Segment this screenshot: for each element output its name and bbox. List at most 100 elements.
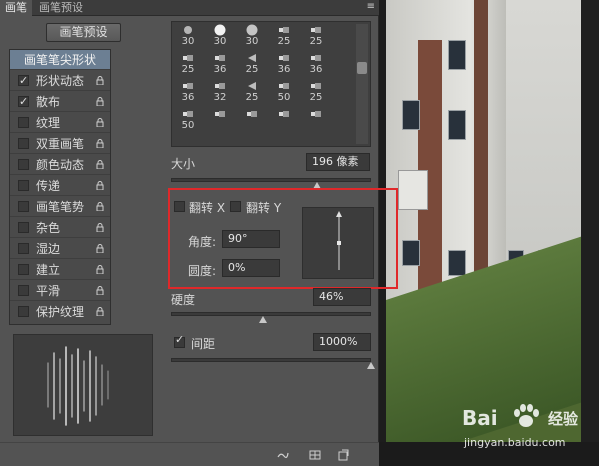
sidebar-item-brush-tip-shape[interactable]: 画笔笔尖形状 bbox=[10, 50, 110, 70]
brush-tip-size: 30 bbox=[181, 36, 195, 47]
brush-tip[interactable]: 25 bbox=[236, 78, 268, 106]
new-brush-icon[interactable] bbox=[336, 448, 350, 462]
lock-icon[interactable] bbox=[96, 223, 104, 232]
sidebar-item-texture[interactable]: 纹理 bbox=[10, 113, 110, 133]
hardness-field[interactable]: 46% bbox=[313, 288, 371, 306]
stroke-preview-graphic bbox=[47, 346, 109, 426]
spacing-slider[interactable] bbox=[171, 358, 371, 362]
brush-tip[interactable]: 30 bbox=[172, 22, 204, 50]
brush-tip[interactable] bbox=[236, 106, 268, 134]
photo-window bbox=[448, 250, 466, 276]
sidebar-item-label: 颜色动态 bbox=[36, 158, 85, 172]
lock-icon[interactable] bbox=[96, 76, 104, 85]
brush-tip[interactable]: 50 bbox=[172, 106, 204, 134]
brush-tips-scrollbar[interactable] bbox=[356, 24, 368, 144]
brush-tip[interactable]: 50 bbox=[268, 78, 300, 106]
checkbox[interactable] bbox=[18, 306, 29, 317]
sidebar-item-label: 形状动态 bbox=[36, 74, 85, 88]
sidebar-item-label: 画笔笔势 bbox=[36, 200, 85, 214]
checkbox[interactable] bbox=[18, 285, 29, 296]
sidebar-item-label: 纹理 bbox=[36, 116, 61, 130]
sidebar-item-label: 建立 bbox=[36, 263, 61, 277]
sidebar-item-build-up[interactable]: 建立 bbox=[10, 260, 110, 280]
brush-tip[interactable]: 36 bbox=[172, 78, 204, 106]
checkbox[interactable] bbox=[18, 201, 29, 212]
sidebar-item-label: 杂色 bbox=[36, 221, 61, 235]
sidebar-item-transfer[interactable]: 传递 bbox=[10, 176, 110, 196]
lock-icon[interactable] bbox=[96, 244, 104, 253]
checkbox[interactable] bbox=[18, 117, 29, 128]
sidebar-item-scattering[interactable]: 散布 bbox=[10, 92, 110, 112]
brush-tip-size: 36 bbox=[213, 64, 227, 75]
brush-options-list: 画笔笔尖形状 形状动态 散布 纹理 双重画笔 颜色动态 bbox=[9, 49, 111, 325]
watermark-text: Bai bbox=[462, 406, 498, 430]
brush-presets-button[interactable]: 画笔预设 bbox=[46, 23, 121, 42]
brush-tip[interactable]: 25 bbox=[300, 78, 332, 106]
brush-tip[interactable]: 36 bbox=[204, 50, 236, 78]
sidebar-item-wet-edges[interactable]: 湿边 bbox=[10, 239, 110, 259]
checkbox[interactable] bbox=[18, 92, 29, 112]
sidebar-item-smoothing[interactable]: 平滑 bbox=[10, 281, 110, 301]
hardness-slider-thumb[interactable] bbox=[259, 316, 267, 323]
grid-icon[interactable] bbox=[308, 448, 322, 462]
checkbox[interactable] bbox=[18, 264, 29, 275]
lock-icon[interactable] bbox=[96, 202, 104, 211]
size-slider[interactable] bbox=[171, 178, 371, 182]
tab-brush[interactable]: 画笔 bbox=[0, 0, 32, 16]
photo-window bbox=[402, 240, 420, 266]
size-label: 大小 bbox=[171, 157, 196, 171]
brush-tip[interactable]: 25 bbox=[172, 50, 204, 78]
sidebar-item-color-dynamics[interactable]: 颜色动态 bbox=[10, 155, 110, 175]
lock-icon[interactable] bbox=[96, 181, 104, 190]
sidebar-item-label: 湿边 bbox=[36, 242, 61, 256]
highlight-box bbox=[168, 188, 398, 289]
brush-tip[interactable]: 30 bbox=[204, 22, 236, 50]
size-field[interactable]: 196 像素 bbox=[306, 153, 370, 171]
lock-icon[interactable] bbox=[96, 97, 104, 106]
brush-tip[interactable] bbox=[268, 106, 300, 134]
lock-icon[interactable] bbox=[96, 160, 104, 169]
brush-tip[interactable]: 30 bbox=[236, 22, 268, 50]
toggle-preview-icon[interactable] bbox=[276, 448, 290, 462]
checkbox[interactable] bbox=[18, 138, 29, 149]
brush-tip-grid: 30 30 30 25 25 25 36 25 36 36 36 32 25 5… bbox=[171, 21, 371, 147]
sidebar-item-brush-pose[interactable]: 画笔笔势 bbox=[10, 197, 110, 217]
lock-icon[interactable] bbox=[96, 286, 104, 295]
sidebar-item-protect-texture[interactable]: 保护纹理 bbox=[10, 302, 110, 322]
brush-tip-size: 25 bbox=[309, 92, 323, 103]
sidebar-item-shape-dynamics[interactable]: 形状动态 bbox=[10, 71, 110, 91]
hardness-slider[interactable] bbox=[171, 312, 371, 316]
checkbox[interactable] bbox=[18, 180, 29, 191]
canvas-scrollbar[interactable] bbox=[581, 0, 599, 466]
checkbox[interactable] bbox=[18, 159, 29, 170]
sidebar-item-noise[interactable]: 杂色 bbox=[10, 218, 110, 238]
brush-tip[interactable]: 36 bbox=[300, 50, 332, 78]
panel-tabbar: 画笔 画笔预设 ≡ bbox=[0, 0, 379, 16]
checkbox[interactable] bbox=[18, 222, 29, 233]
brush-tip[interactable]: 25 bbox=[236, 50, 268, 78]
sidebar-item-label: 散布 bbox=[36, 95, 61, 109]
tab-brush-presets[interactable]: 画笔预设 bbox=[34, 0, 88, 16]
brush-tip[interactable]: 25 bbox=[268, 22, 300, 50]
spacing-checkbox[interactable] bbox=[174, 333, 185, 348]
spacing-slider-thumb[interactable] bbox=[367, 362, 375, 369]
brush-tip[interactable] bbox=[300, 106, 332, 134]
brush-tip[interactable]: 32 bbox=[204, 78, 236, 106]
brush-tip[interactable] bbox=[204, 106, 236, 134]
lock-icon[interactable] bbox=[96, 307, 104, 316]
spacing-field[interactable]: 1000% bbox=[313, 333, 371, 351]
brush-tip[interactable]: 25 bbox=[300, 22, 332, 50]
lock-icon[interactable] bbox=[96, 118, 104, 127]
brush-tip[interactable]: 36 bbox=[268, 50, 300, 78]
checkbox[interactable] bbox=[18, 243, 29, 254]
checkbox[interactable] bbox=[18, 71, 29, 91]
sidebar-item-dual-brush[interactable]: 双重画笔 bbox=[10, 134, 110, 154]
brush-tips-scroll-thumb[interactable] bbox=[357, 62, 367, 74]
bristle-brush-icon bbox=[247, 111, 257, 117]
sidebar-item-label: 双重画笔 bbox=[36, 137, 85, 151]
lock-icon[interactable] bbox=[96, 139, 104, 148]
lock-icon[interactable] bbox=[96, 265, 104, 274]
panel-menu-icon[interactable]: ≡ bbox=[367, 1, 375, 12]
soft-round-icon bbox=[246, 24, 258, 36]
sidebar-item-label: 画笔笔尖形状 bbox=[23, 53, 96, 67]
